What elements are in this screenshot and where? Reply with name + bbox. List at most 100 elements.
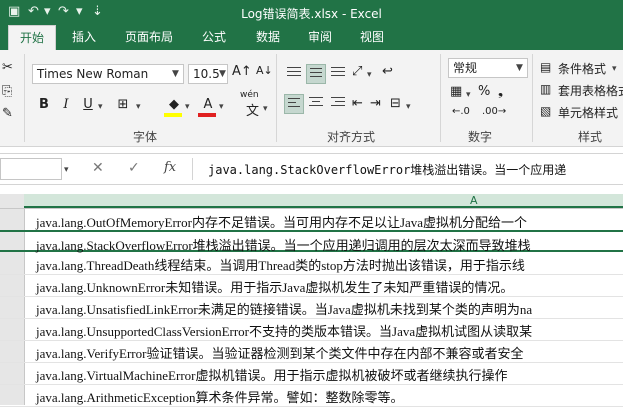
cell-a[interactable]: java.lang.VirtualMachineError虚拟机错误。用于指示虚… [36, 365, 508, 384]
cell-a[interactable]: java.lang.UnsatisfiedLinkError未满足的链接错误。当… [36, 299, 532, 318]
name-box-dropdown-icon[interactable]: ▾ [64, 165, 69, 175]
copy-icon[interactable]: ⎘ [2, 84, 12, 99]
fill-color-icon[interactable]: ◆ [164, 96, 184, 114]
phonetic-guide-icon[interactable]: 文 [246, 100, 259, 119]
cut-icon[interactable]: ✂ [2, 60, 13, 75]
grow-font-icon[interactable]: A↑ [232, 64, 252, 79]
borders-dropdown-icon[interactable]: ▾ [136, 102, 141, 112]
format-as-table-button[interactable]: 套用表格格式 [558, 82, 623, 99]
number-group-label: 数字 [467, 130, 492, 144]
orientation-dropdown-icon[interactable]: ▾ [367, 70, 372, 80]
cell-a[interactable]: java.lang.OutOfMemoryError内存不足错误。当可用内存不足… [36, 212, 527, 231]
italic-button[interactable]: I [56, 96, 76, 114]
tab-review[interactable]: 审阅 [298, 25, 342, 50]
column-letter: A [470, 194, 478, 207]
align-center-icon[interactable] [306, 94, 326, 114]
bold-button[interactable]: B [34, 96, 54, 114]
table-row-active[interactable]: java.lang.StackOverflowError堆栈溢出错误。当一个应用… [0, 230, 623, 253]
font-color-icon[interactable]: A [198, 96, 218, 114]
cell-styles-icon: ▧ [540, 104, 552, 118]
ribbon-home: ✂ ⎘ ✎ Times New Roman ▼ 10.5 ▼ A↑ A↓ B I… [0, 50, 623, 147]
font-name-value: Times New Roman [37, 67, 149, 81]
font-size-dropdown-icon[interactable]: ▼ [219, 69, 226, 79]
cell-a[interactable]: java.lang.VerifyError验证错误。当验证器检测到某个类文件中存… [36, 343, 523, 362]
table-row[interactable]: java.lang.UnsatisfiedLinkError未满足的链接错误。当… [0, 296, 623, 319]
format-painter-icon[interactable]: ✎ [2, 106, 13, 121]
font-name-dropdown-icon[interactable]: ▼ [172, 69, 179, 79]
align-right-icon[interactable] [328, 94, 348, 114]
conditional-formatting-dropdown-icon[interactable]: ▾ [612, 64, 617, 74]
group-separator [24, 54, 25, 142]
tab-insert[interactable]: 插入 [62, 25, 106, 50]
font-color-swatch [198, 113, 216, 117]
font-group-label: 字体 [132, 130, 157, 144]
wrap-text-icon[interactable]: ↩ [382, 64, 393, 79]
middle-align-icon[interactable] [306, 64, 326, 84]
formula-divider [192, 158, 193, 180]
column-header-a[interactable] [24, 194, 623, 208]
underline-dropdown-icon[interactable]: ▾ [98, 102, 103, 112]
decrease-indent-icon[interactable]: ⇤ [352, 96, 363, 111]
group-separator [532, 54, 533, 142]
window-title: Log错误简表.xlsx - Excel [241, 7, 382, 21]
table-row[interactable]: java.lang.ArithmeticException算术条件异常。譬如：整… [0, 384, 623, 407]
merge-dropdown-icon[interactable]: ▾ [406, 102, 411, 112]
title-bar: ▣ ↶ ▾ ↷ ▾ ⇣ Log错误简表.xlsx - Excel [0, 0, 623, 25]
underline-button[interactable]: U [78, 96, 98, 114]
tab-page-layout[interactable]: 页面布局 [116, 25, 182, 50]
formula-input[interactable]: java.lang.StackOverflowError堆栈溢出错误。当一个应用… [208, 161, 566, 178]
tab-home[interactable]: 开始 [8, 25, 56, 50]
tab-view[interactable]: 视图 [350, 25, 394, 50]
decrease-decimal-icon[interactable]: .00→ [482, 106, 506, 117]
tab-data[interactable]: 数据 [246, 25, 290, 50]
phonetic-label: wén [240, 90, 259, 100]
font-color-dropdown-icon[interactable]: ▾ [219, 102, 224, 112]
fill-color-dropdown-icon[interactable]: ▾ [185, 102, 190, 112]
ribbon-tabs: 开始 插入 页面布局 公式 数据 审阅 视图 [0, 25, 623, 50]
shrink-font-icon[interactable]: A↓ [256, 64, 273, 77]
table-row[interactable]: java.lang.VirtualMachineError虚拟机错误。用于指示虚… [0, 362, 623, 385]
table-row[interactable]: java.lang.ThreadDeath线程结束。当调用Thread类的sto… [0, 252, 623, 275]
cell-a[interactable]: java.lang.UnsupportedClassVersionError不支… [36, 321, 532, 340]
column-header-row: A [0, 194, 623, 209]
conditional-formatting-button[interactable]: 条件格式 [558, 60, 606, 77]
comma-style-icon[interactable]: ❟ [498, 84, 503, 99]
format-as-table-icon: ▥ [540, 82, 552, 96]
tab-formulas[interactable]: 公式 [192, 25, 236, 50]
table-row[interactable]: java.lang.OutOfMemoryError内存不足错误。当可用内存不足… [0, 209, 623, 232]
enter-icon[interactable]: ✓ [128, 160, 140, 176]
group-separator [440, 54, 441, 142]
table-row[interactable]: java.lang.UnknownError未知错误。用于指示Java虚拟机发生… [0, 274, 623, 297]
fill-color-swatch [164, 113, 182, 117]
formula-bar: ▾ ✕ ✓ fx java.lang.StackOverflowError堆栈溢… [0, 153, 623, 185]
merge-center-icon[interactable]: ⊟ [390, 96, 401, 111]
table-row[interactable]: java.lang.VerifyError验证错误。当验证器检测到某个类文件中存… [0, 340, 623, 363]
bottom-align-icon[interactable] [328, 64, 348, 84]
cancel-icon[interactable]: ✕ [92, 160, 104, 176]
cell-styles-button[interactable]: 单元格样式 [558, 104, 618, 121]
alignment-group-label: 对齐方式 [326, 130, 375, 144]
borders-icon[interactable]: ⊞ [112, 96, 134, 114]
orientation-icon[interactable]: ⤢ [352, 64, 362, 79]
conditional-formatting-icon: ▤ [540, 60, 552, 74]
cell-a[interactable]: java.lang.ArithmeticException算术条件异常。譬如：整… [36, 387, 404, 406]
increase-indent-icon[interactable]: ⇥ [370, 96, 381, 111]
accounting-format-icon[interactable]: ▦ [450, 84, 462, 99]
cell-a[interactable]: java.lang.ThreadDeath线程结束。当调用Thread类的sto… [36, 255, 525, 274]
name-box[interactable] [0, 158, 62, 180]
cell-a[interactable]: java.lang.UnknownError未知错误。用于指示Java虚拟机发生… [36, 277, 513, 296]
number-format-value: 常规 [453, 61, 478, 75]
increase-decimal-icon[interactable]: ←.0 [452, 106, 470, 117]
group-separator [276, 54, 277, 142]
number-format-dropdown-icon[interactable]: ▼ [516, 63, 523, 73]
insert-function-icon[interactable]: fx [164, 160, 176, 175]
accounting-dropdown-icon[interactable]: ▾ [466, 90, 471, 100]
table-row[interactable]: java.lang.UnsupportedClassVersionError不支… [0, 318, 623, 341]
top-align-icon[interactable] [284, 64, 304, 84]
align-left-icon[interactable] [284, 94, 304, 114]
styles-group-label: 样式 [577, 130, 602, 144]
file-tab-edge[interactable] [0, 25, 8, 50]
font-name-combo[interactable]: Times New Roman [32, 64, 184, 84]
percent-style-icon[interactable]: % [478, 84, 490, 99]
phonetic-dropdown-icon[interactable]: ▾ [263, 104, 268, 114]
